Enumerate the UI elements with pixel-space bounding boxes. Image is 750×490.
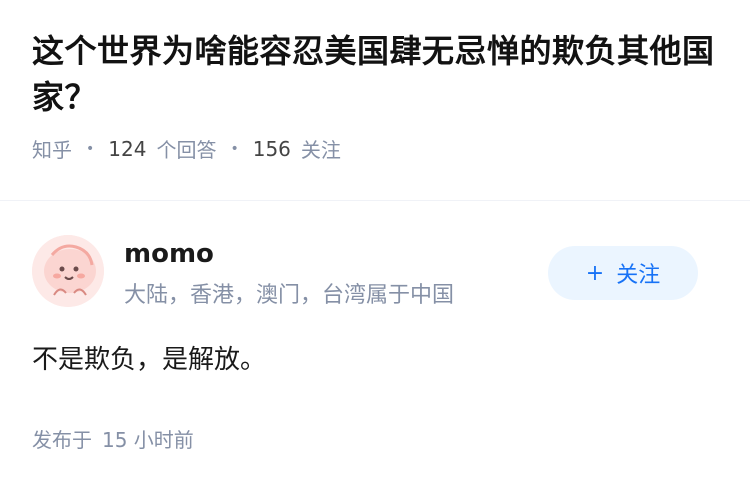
question-meta: 知乎 • 124 个回答 • 156 关注	[32, 134, 722, 163]
author-name[interactable]: momo	[124, 239, 214, 269]
answer-content[interactable]: 不是欺负，是解放。	[32, 340, 266, 380]
plus-icon: +	[585, 260, 605, 286]
answer-count-label[interactable]: 个回答	[156, 134, 216, 163]
question-header: 这个世界为啥能容忍美国肆无忌惮的欺负其他国家？ 知乎 • 124 个回答 • 1…	[32, 28, 722, 163]
cartoon-avatar-icon	[32, 235, 104, 307]
separator-dot: •	[86, 140, 95, 157]
author-bio: 大陆，香港，澳门，台湾属于中国	[124, 283, 455, 308]
answer-author-bar: momo 大陆，香港，澳门，台湾属于中国 + 关注	[32, 235, 722, 311]
follower-count: 156	[252, 136, 291, 161]
answer-footer: 发布于 15 小时前	[32, 424, 194, 453]
section-divider	[0, 200, 750, 201]
source-label[interactable]: 知乎	[32, 134, 72, 163]
follow-button-label: 关注	[616, 263, 661, 288]
separator-dot: •	[230, 140, 239, 157]
published-label: 发布于	[32, 428, 92, 452]
avatar[interactable]	[32, 235, 104, 307]
answer-count: 124	[108, 136, 147, 161]
question-title[interactable]: 这个世界为啥能容忍美国肆无忌惮的欺负其他国家？	[32, 28, 722, 120]
published-time: 15 小时前	[102, 428, 194, 452]
follow-button[interactable]: + 关注	[548, 246, 698, 300]
follower-count-label[interactable]: 关注	[301, 134, 341, 163]
